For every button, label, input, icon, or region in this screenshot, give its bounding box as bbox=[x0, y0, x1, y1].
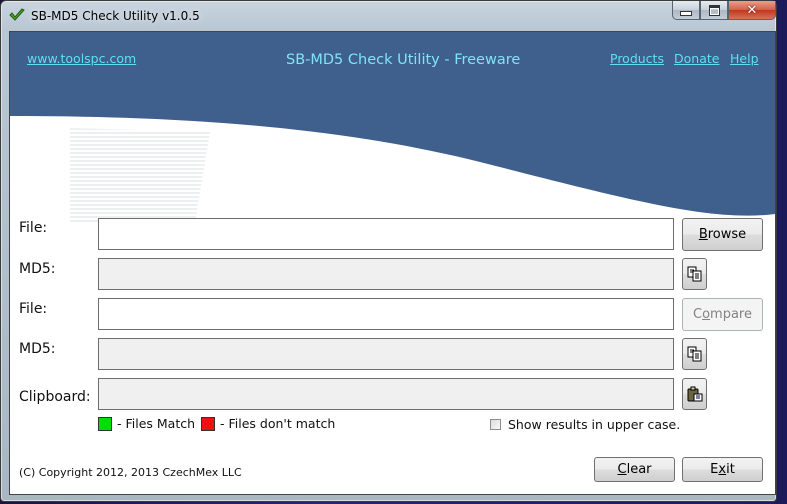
maximize-icon bbox=[708, 4, 720, 16]
match-legend-label: - Files Match bbox=[117, 416, 196, 431]
help-link[interactable]: Help bbox=[730, 51, 759, 66]
copyright-text: (C) Copyright 2012, 2013 CzechMex LLC bbox=[19, 466, 242, 479]
uppercase-label: Show results in upper case. bbox=[508, 417, 681, 432]
md5-1-label: MD5: bbox=[19, 261, 56, 277]
header-banner: www.toolspc.com SB-MD5 Check Utility - F… bbox=[10, 32, 775, 222]
nomatch-swatch bbox=[201, 416, 216, 431]
products-link[interactable]: Products bbox=[610, 51, 664, 66]
browse-accel: B bbox=[698, 227, 708, 242]
file1-label: File: bbox=[19, 220, 48, 236]
minimize-button[interactable] bbox=[672, 1, 700, 20]
client-area: www.toolspc.com SB-MD5 Check Utility - F… bbox=[9, 31, 776, 495]
compare-label-pre: C bbox=[693, 307, 703, 322]
copy-md5-2-button[interactable] bbox=[682, 338, 707, 370]
paste-icon bbox=[687, 386, 702, 402]
clipboard-label: Clipboard: bbox=[19, 389, 91, 405]
donate-link[interactable]: Donate bbox=[674, 51, 719, 66]
app-window: SB-MD5 Check Utility v1.0.5 ✕ www.toolsp… bbox=[0, 0, 777, 502]
clear-label-post: lear bbox=[626, 462, 652, 477]
md5-2-label: MD5: bbox=[19, 341, 56, 357]
browse-label-post: rowse bbox=[707, 227, 747, 242]
website-link[interactable]: www.toolspc.com bbox=[27, 51, 136, 66]
exit-label-post: it bbox=[726, 462, 735, 477]
copy-icon bbox=[687, 346, 701, 362]
md5-1-output[interactable] bbox=[98, 258, 674, 290]
file1-input[interactable] bbox=[98, 218, 674, 250]
exit-accel: x bbox=[718, 462, 727, 477]
md5-2-output[interactable] bbox=[98, 338, 674, 370]
uppercase-checkbox[interactable] bbox=[490, 419, 501, 430]
title-bar[interactable]: SB-MD5 Check Utility v1.0.5 ✕ bbox=[1, 1, 776, 29]
match-swatch bbox=[98, 416, 112, 431]
file2-input[interactable] bbox=[98, 298, 674, 330]
banner-title: SB-MD5 Check Utility - Freeware bbox=[286, 52, 521, 68]
clear-accel: C bbox=[617, 462, 627, 477]
compare-label-post: mpare bbox=[710, 307, 752, 322]
clear-button[interactable]: Clear bbox=[594, 457, 675, 482]
uppercase-option[interactable]: Show results in upper case. bbox=[490, 417, 680, 432]
nomatch-legend-label: - Files don't match bbox=[220, 416, 336, 431]
copy-icon bbox=[687, 266, 701, 282]
compare-accel: o bbox=[702, 307, 711, 322]
exit-label-pre: E bbox=[710, 462, 719, 477]
green-checkmark-icon bbox=[9, 8, 25, 21]
browse-button[interactable]: Browse bbox=[682, 218, 763, 251]
result-legend: - Files Match - Files don't match bbox=[98, 416, 335, 431]
clipboard-output[interactable] bbox=[98, 378, 674, 410]
minimize-icon bbox=[680, 10, 692, 16]
compare-button[interactable]: Co mpare bbox=[682, 298, 763, 331]
close-button[interactable]: ✕ bbox=[728, 1, 776, 20]
paste-clipboard-button[interactable] bbox=[682, 378, 707, 410]
file2-label: File: bbox=[19, 301, 48, 317]
window-title: SB-MD5 Check Utility v1.0.5 bbox=[31, 9, 200, 23]
copy-md5-1-button[interactable] bbox=[682, 258, 707, 290]
caption-buttons: ✕ bbox=[672, 1, 776, 21]
maximize-button[interactable] bbox=[700, 1, 728, 20]
close-icon: ✕ bbox=[746, 2, 758, 18]
exit-button[interactable]: Ex it bbox=[682, 457, 763, 482]
